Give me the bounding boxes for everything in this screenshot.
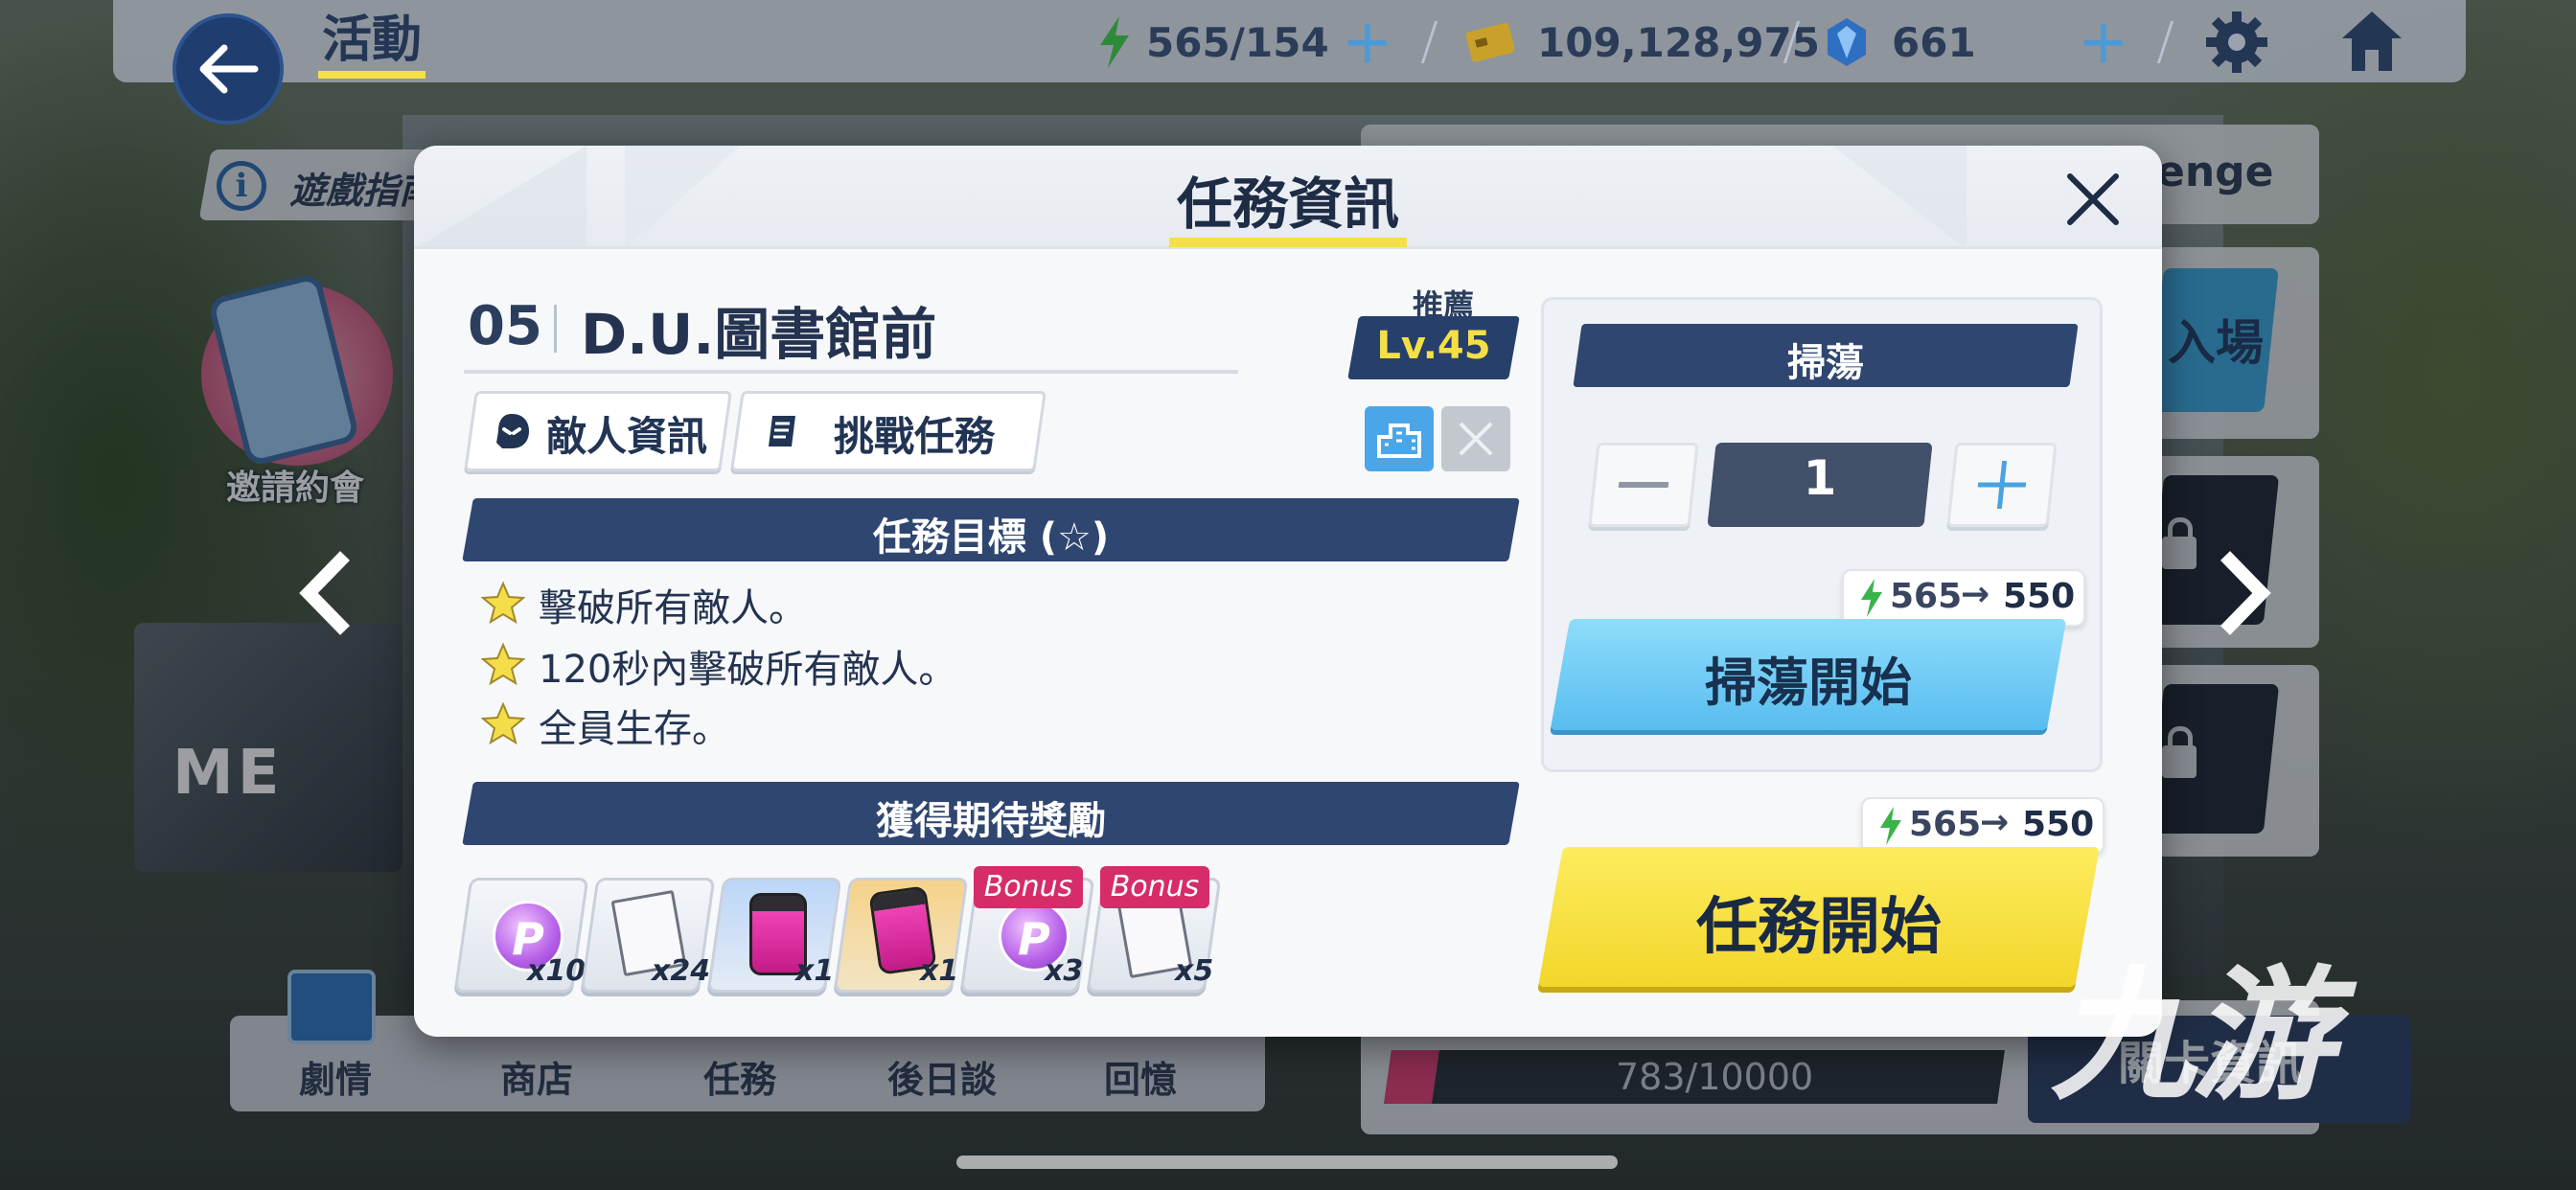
disabled-option-button[interactable]	[1441, 406, 1510, 471]
close-button[interactable]	[2057, 163, 2129, 236]
arrow-right-icon: →	[1961, 575, 1990, 614]
reward-quantity: x24	[652, 954, 711, 988]
gear-icon	[2206, 11, 2267, 73]
divider	[554, 305, 557, 353]
lightning-icon	[1880, 807, 1901, 845]
arrow-right-icon: →	[1980, 803, 2010, 842]
objective-text: 120秒內擊破所有敵人。	[539, 648, 957, 692]
next-stage-button[interactable]	[2216, 550, 2273, 636]
sweep-ap-from: 565	[1890, 577, 1963, 616]
plus-icon	[1977, 461, 2027, 509]
star-icon	[481, 701, 525, 745]
sweep-count-value: 1	[1803, 450, 1837, 506]
stage-name: D.U.圖書館前	[581, 302, 937, 367]
star-icon	[481, 642, 525, 686]
sweep-ap-to: 550	[2003, 577, 2076, 616]
arrow-left-icon	[199, 44, 259, 94]
challenge-mission-label: 挑戰任務	[834, 413, 996, 460]
mission-ap-from: 565	[1909, 805, 1982, 844]
gems-plus-button[interactable]: +	[2078, 11, 2129, 73]
pyroxene-gem-icon	[1828, 18, 1866, 66]
bonus-badge: Bonus	[1100, 866, 1209, 908]
rewards-title: 獲得期待獎勵	[876, 799, 1106, 843]
home-icon	[2342, 11, 2402, 71]
ap-plus-button[interactable]: +	[1342, 11, 1393, 73]
lightning-icon	[1861, 579, 1882, 617]
decrease-button[interactable]	[1588, 443, 1699, 527]
objective-text: 擊破所有敵人。	[539, 586, 807, 630]
watermark-logo: 九游	[2051, 953, 2334, 1120]
objective-text: 全員生存。	[539, 707, 730, 751]
reward-quantity: x5	[1175, 954, 1214, 988]
reward-quantity: x1	[920, 954, 959, 988]
close-icon	[2067, 173, 2119, 225]
reward-quantity: x10	[527, 954, 586, 988]
ap-value: 565/154	[1146, 18, 1329, 66]
chevron-left-icon	[299, 551, 351, 635]
ap-display: 565/154	[1094, 13, 1329, 71]
objectives-title: 任務目標 (☆)	[872, 515, 1110, 560]
gems-display: 661	[1825, 13, 1976, 71]
formation-button[interactable]	[1365, 406, 1434, 471]
reward-quantity: x3	[1045, 954, 1084, 988]
credits-display: 109,128,975	[1464, 13, 1820, 71]
settings-button[interactable]	[2204, 10, 2269, 79]
sweep-title: 掃蕩	[1787, 341, 1864, 385]
title-underline	[1169, 238, 1407, 247]
home-button[interactable]	[2338, 8, 2405, 79]
home-indicator[interactable]	[956, 1156, 1618, 1169]
building-icon	[1377, 423, 1421, 458]
enemy-icon	[496, 414, 529, 448]
sweep-start-label: 掃蕩開始	[1705, 652, 1912, 713]
divider	[464, 370, 1238, 374]
mission-info-dialog: 任務資訊 05 D.U.圖書館前 推薦 Lv.45 敵人資訊 挑戰任務 任務目標…	[414, 146, 2162, 1037]
credits-value: 109,128,975	[1537, 18, 1820, 66]
credit-card-icon	[1465, 23, 1515, 62]
star-icon	[481, 581, 525, 625]
gems-value: 661	[1892, 18, 1976, 66]
enemy-info-label: 敵人資訊	[546, 413, 708, 460]
lightning-icon	[1100, 16, 1129, 68]
close-icon	[1459, 422, 1493, 456]
back-button[interactable]	[172, 13, 284, 125]
mission-ap-to: 550	[2022, 805, 2095, 844]
chevron-right-icon	[2220, 551, 2271, 635]
dialog-title: 任務資訊	[1176, 172, 1399, 237]
bonus-badge: Bonus	[974, 866, 1083, 908]
prev-stage-button[interactable]	[297, 550, 355, 636]
increase-button[interactable]	[1946, 443, 2058, 527]
document-icon	[769, 416, 795, 446]
minus-icon	[1618, 482, 1669, 488]
mission-start-label: 任務開始	[1696, 892, 1942, 963]
page-title: 活動	[318, 10, 426, 79]
stage-number: 05	[468, 295, 542, 357]
reward-quantity: x1	[795, 954, 835, 988]
recommended-level: Lv.45	[1376, 324, 1491, 368]
